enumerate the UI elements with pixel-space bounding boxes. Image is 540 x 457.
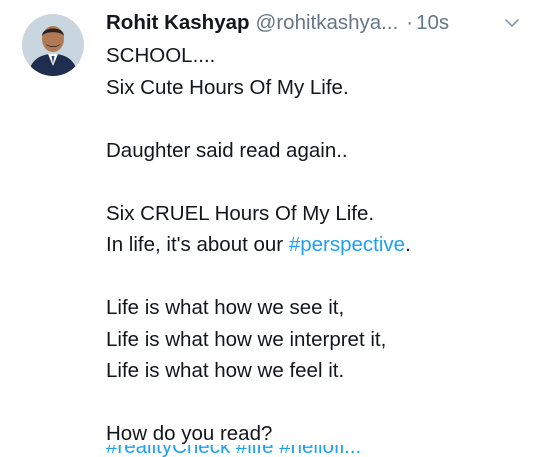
- tweet-line: Daughter said read again..: [106, 138, 348, 162]
- tweet-line: Life is what how we feel it.: [106, 359, 345, 382]
- tweet-header: Rohit Kashyap @rohitkashya... · 10s: [106, 6, 526, 40]
- chevron-down-icon: [505, 19, 519, 27]
- tweet-line: Life is what how we interpret it,: [106, 327, 387, 351]
- user-avatar-icon: [22, 14, 84, 76]
- timestamp[interactable]: 10s: [416, 11, 449, 35]
- hashtag-perspective[interactable]: #perspective: [289, 233, 405, 256]
- author-handle[interactable]: @rohitkashya...: [256, 11, 399, 35]
- tweet[interactable]: Rohit Kashyap @rohitkashya... · 10s SCHO…: [0, 0, 540, 457]
- tweet-line-punctuation: .: [405, 233, 411, 256]
- tweet-line: Life is what how we see it,: [106, 296, 345, 319]
- hashtag-row[interactable]: #realityCheck #life #hellofi...: [106, 445, 361, 457]
- tweet-line-text: In life, it's about our: [106, 233, 289, 256]
- tweet-line: SCHOOL....: [106, 44, 216, 67]
- tweet-line: In life, it's about our #perspective.: [106, 229, 526, 261]
- tweet-text: SCHOOL.... Six Cute Hours Of My Life. Da…: [106, 40, 526, 450]
- tweet-line: Six Cute Hours Of My Life.: [106, 75, 349, 99]
- tweet-line: Six CRUEL Hours Of My Life.: [106, 201, 375, 225]
- tweet-menu-button[interactable]: [502, 13, 522, 33]
- avatar[interactable]: [22, 14, 84, 76]
- separator-dot: ·: [406, 11, 414, 34]
- author-name[interactable]: Rohit Kashyap: [106, 11, 250, 35]
- hashtag-row-clipped: #realityCheck #life #hellofi...: [106, 445, 526, 457]
